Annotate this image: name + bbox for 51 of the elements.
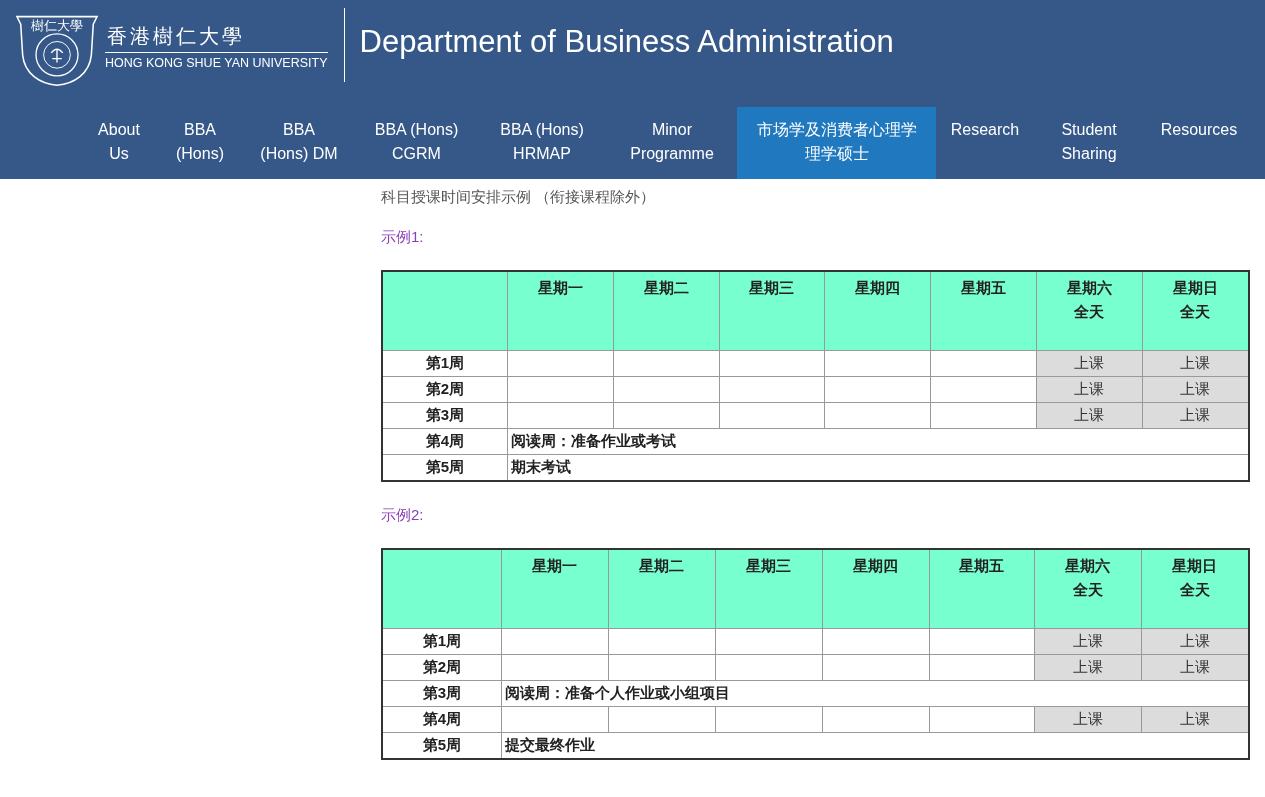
department-title: Department of Business Administration <box>359 23 894 60</box>
nav-tab[interactable]: About Us <box>80 107 158 179</box>
example-label: 示例1: <box>381 227 425 247</box>
table-cell: 上课 <box>1141 628 1249 655</box>
table-cell: 上课 <box>1036 376 1143 403</box>
week-cell: 第2周 <box>382 654 502 681</box>
nav-tab[interactable]: Research <box>936 107 1034 179</box>
nav-tab[interactable]: BBA (Hons) HRMAP <box>477 107 607 179</box>
nav-tab[interactable]: BBA (Hons) DM <box>242 107 356 179</box>
university-name: HONG KONG SHUE YAN UNIVERSITY <box>105 55 328 70</box>
header-cell: 星期二 <box>613 271 720 351</box>
table-cell: 上课 <box>1141 654 1249 681</box>
header-cell: 星期日 全天 <box>1141 549 1249 629</box>
header-cell: 星期六 全天 <box>1036 271 1143 351</box>
header-cell: 星期六 全天 <box>1034 549 1142 629</box>
table-cell: 上课 <box>1142 402 1249 429</box>
header-cell: 星期一 <box>507 271 614 351</box>
header-cell: 星期五 <box>929 549 1035 629</box>
header-cell: 星期日 全天 <box>1142 271 1249 351</box>
week-cell: 第3周 <box>382 402 508 429</box>
table-cell: 上课 <box>1034 706 1142 733</box>
university-logo[interactable]: 樹仁大學 <box>15 13 99 88</box>
intro-text: 科目授课时间安排示例 （衔接课程除外） <box>381 187 657 207</box>
nav-tab[interactable]: 市场学及消费者心理学 理学硕士 <box>737 107 936 179</box>
week-cell: 第1周 <box>382 628 502 655</box>
header-cell: 星期一 <box>501 549 609 629</box>
week-cell: 第4周 <box>382 428 508 455</box>
week-cell: 第3周 <box>382 680 502 707</box>
header-cell: 星期三 <box>719 271 825 351</box>
week-cell: 第2周 <box>382 376 508 403</box>
week-cell: 第4周 <box>382 706 502 733</box>
table-cell: 上课 <box>1034 628 1142 655</box>
week-cell: 第1周 <box>382 350 508 377</box>
header-cell: 星期五 <box>930 271 1037 351</box>
table-cell: 上课 <box>1142 350 1249 377</box>
table-cell: 上课 <box>1034 654 1142 681</box>
university-name: 香港樹仁大學 <box>105 23 328 53</box>
header-cell: 星期四 <box>822 549 930 629</box>
example-label: 示例2: <box>381 505 425 525</box>
nav-tab[interactable]: Student Sharing <box>1034 107 1144 179</box>
table-cell: 上课 <box>1142 376 1249 403</box>
header-cell: 星期三 <box>715 549 823 629</box>
header-cell: 星期四 <box>824 271 931 351</box>
table-cell: 上课 <box>1036 402 1143 429</box>
header-cell: 星期二 <box>608 549 716 629</box>
nav-tab[interactable]: Minor Programme <box>607 107 737 179</box>
nav-tab[interactable]: Resources <box>1144 107 1254 179</box>
nav-tab[interactable]: BBA (Hons) CGRM <box>356 107 477 179</box>
nav-tab[interactable]: BBA (Hons) <box>158 107 242 179</box>
table-cell: 上课 <box>1141 706 1249 733</box>
table-cell: 上课 <box>1036 350 1143 377</box>
